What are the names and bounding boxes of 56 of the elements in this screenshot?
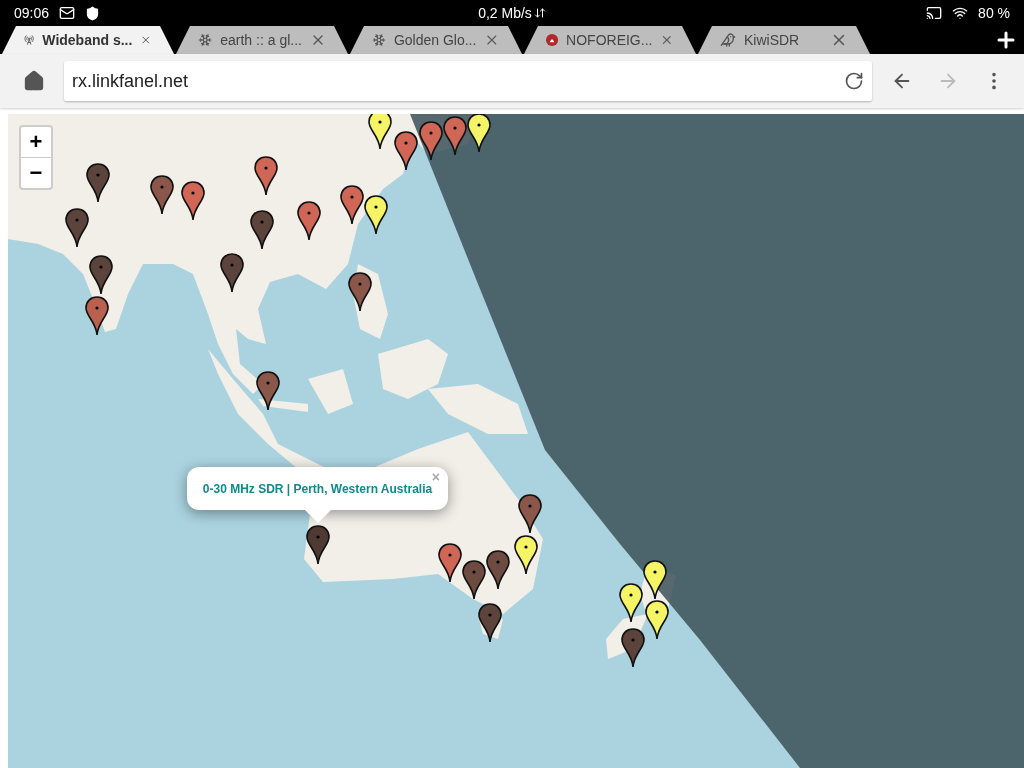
browser-tab[interactable]: KiwiSDR xyxy=(698,26,870,54)
map-marker-icon[interactable] xyxy=(340,185,364,225)
map-marker-icon[interactable] xyxy=(419,121,443,161)
zoom-out-button[interactable]: − xyxy=(21,158,51,188)
map-marker-icon[interactable] xyxy=(297,201,321,241)
map-marker-icon[interactable] xyxy=(518,494,542,534)
map-marker-icon[interactable] xyxy=(486,550,510,590)
map-marker-icon[interactable] xyxy=(462,560,486,600)
map-marker-icon[interactable] xyxy=(394,131,418,171)
browser-tab[interactable]: earth :: a gl... xyxy=(176,26,348,54)
mail-icon xyxy=(59,5,76,21)
map-marker-icon[interactable] xyxy=(250,210,274,250)
cast-icon xyxy=(926,5,943,21)
browser-tab[interactable]: Golden Glo... xyxy=(350,26,522,54)
map-marker-icon[interactable] xyxy=(220,253,244,293)
map-marker-icon[interactable] xyxy=(621,628,645,668)
map-marker-icon[interactable] xyxy=(368,114,392,150)
map-marker-icon[interactable] xyxy=(514,535,538,575)
map-marker-icon[interactable] xyxy=(256,371,280,411)
map-marker-icon[interactable] xyxy=(438,543,462,583)
map-marker-icon[interactable] xyxy=(467,114,491,153)
map-marker-icon[interactable] xyxy=(86,163,110,203)
clock-time: 09:06 xyxy=(14,5,50,21)
snowflake-icon xyxy=(198,32,213,48)
map-marker-icon[interactable] xyxy=(364,195,388,235)
map-marker-icon[interactable] xyxy=(306,525,330,565)
logo-icon xyxy=(546,32,559,48)
data-transfer-icon xyxy=(533,7,546,19)
map-marker-icon[interactable] xyxy=(443,116,467,156)
map-marker-icon[interactable] xyxy=(85,296,109,336)
map-marker-icon[interactable] xyxy=(65,208,89,248)
wifi-icon xyxy=(952,5,969,21)
map-marker-icon[interactable] xyxy=(619,583,643,623)
map-marker-icon[interactable] xyxy=(643,560,667,600)
map-marker-icon[interactable] xyxy=(645,600,669,640)
shield-icon xyxy=(85,5,101,21)
antenna-icon xyxy=(24,32,35,48)
map-marker-icon[interactable] xyxy=(150,175,174,215)
reload-icon[interactable] xyxy=(844,71,864,91)
map-marker-icon[interactable] xyxy=(181,181,205,221)
snowflake-icon xyxy=(372,32,386,48)
address-field[interactable]: rx.linkfanel.net xyxy=(64,61,872,101)
bird-icon xyxy=(720,32,736,48)
network-speed: 0,2 Mb/s xyxy=(478,5,532,21)
popup-tip xyxy=(305,510,331,523)
map-marker-icon[interactable] xyxy=(254,156,278,196)
map-marker-icon[interactable] xyxy=(89,255,113,295)
browser-tab[interactable]: Wideband s... xyxy=(2,26,174,54)
popup-title: 0-30 MHz SDR | Perth, Western Australia xyxy=(202,481,433,496)
zoom-in-button[interactable]: + xyxy=(21,127,51,158)
browser-tab[interactable]: NOFOREIG... xyxy=(524,26,696,54)
map-marker-icon[interactable] xyxy=(348,272,372,312)
map-background[interactable]: + − 0-30 MHz SDR | Perth, Western Australia × xyxy=(8,114,1024,768)
battery-level: 80 % xyxy=(978,5,1010,21)
map-marker-icon[interactable] xyxy=(478,603,502,643)
home-icon[interactable] xyxy=(23,70,45,92)
